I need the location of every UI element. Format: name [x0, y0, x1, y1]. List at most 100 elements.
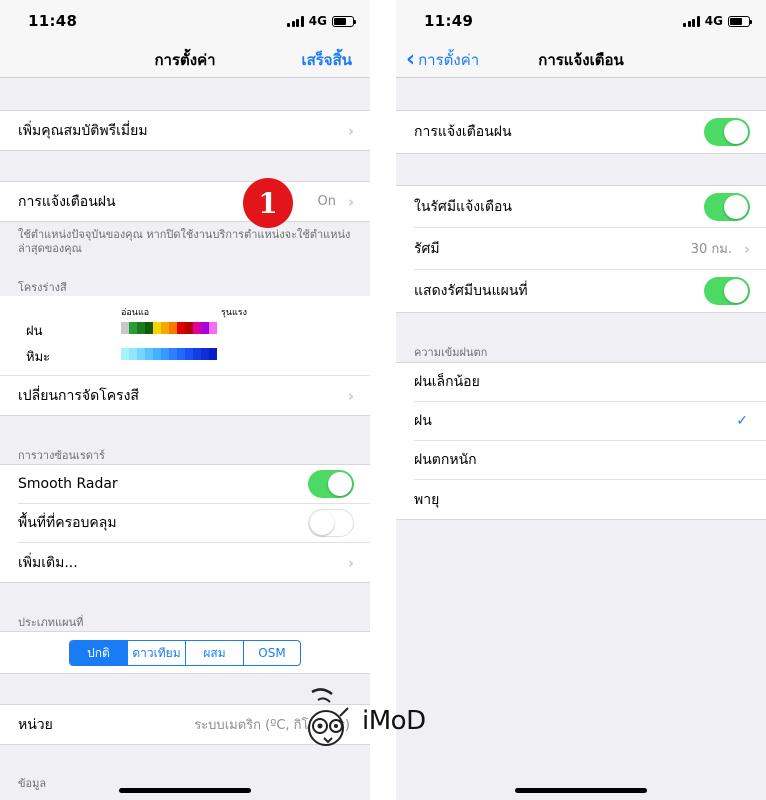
notifications-screen: 11:49 4G ‹ การตั้งค่า การแจ้งเตือน การแจ…: [396, 0, 766, 800]
intensity-option-light[interactable]: ฝนเล็กน้อย: [414, 363, 766, 402]
rain-alert-label: การแจ้งเตือนฝน: [414, 124, 512, 140]
home-indicator[interactable]: [515, 788, 647, 793]
rain-color-swatch: [161, 322, 169, 334]
chevron-right-icon: ›: [743, 239, 750, 258]
rain-color-swatch: [121, 322, 129, 334]
rain-scale-label: ฝน: [26, 324, 43, 339]
radius-label: รัศมี: [414, 240, 440, 257]
premium-row[interactable]: เพิ่มคุณสมบัติพรีเมี่ยม ›: [18, 111, 370, 150]
snow-color-swatch: [201, 348, 209, 360]
intensity-header: ความเข้มฝนตก: [414, 346, 488, 359]
rain-color-swatch: [145, 322, 153, 334]
in-radius-toggle[interactable]: [704, 192, 750, 221]
snow-color-swatch: [121, 348, 129, 360]
show-radius-toggle[interactable]: [704, 277, 750, 305]
change-scheme-group: เปลี่ยนการจัดโครงสี ›: [0, 375, 370, 416]
map-type-satellite[interactable]: ดาวเทียม: [128, 641, 186, 665]
status-bar: 11:48 4G: [0, 0, 370, 40]
snow-color-swatch: [129, 348, 137, 360]
intensity-group: ฝนเล็กน้อย ฝน ✓ ฝนตกหนัก พายุ: [396, 362, 766, 520]
map-type-segmented-control: ปกติ ดาวเทียม ผสม OSM: [69, 640, 301, 666]
rain-color-swatch: [129, 322, 137, 334]
smooth-radar-row: Smooth Radar: [18, 465, 370, 504]
intensity-option-label: พายุ: [414, 491, 440, 508]
chevron-right-icon: ›: [347, 121, 354, 140]
imod-watermark-logo: iMoD: [300, 686, 440, 756]
rain-alert-row: การแจ้งเตือนฝน: [414, 111, 766, 153]
coverage-row: พื้นที่ที่ครอบคลุม: [18, 504, 370, 543]
data-header: ข้อมูล: [18, 777, 47, 790]
units-label: หน่วย: [18, 716, 53, 733]
color-scheme-header: โครงร่างสี: [18, 281, 67, 294]
show-radius-row: แสดงรัศมีบนแผนที่: [414, 270, 766, 312]
home-indicator[interactable]: [119, 788, 251, 793]
radius-row[interactable]: รัศมี 30 กม. ›: [414, 228, 766, 270]
rain-color-swatch: [209, 322, 217, 334]
smooth-radar-label: Smooth Radar: [18, 476, 118, 492]
signal-icon: [683, 15, 700, 27]
battery-icon: [332, 15, 356, 27]
scale-strong-label: รุนแรง: [221, 308, 248, 318]
location-note: ใช้ตำแหน่งปัจจุบันของคุณ หากปิดใช้งานบริ…: [18, 228, 351, 255]
rain-color-swatch: [193, 322, 201, 334]
rain-color-swatch: [153, 322, 161, 334]
status-icons: 4G: [683, 14, 752, 28]
more-row[interactable]: เพิ่มเติม... ›: [18, 543, 370, 582]
map-type-normal[interactable]: ปกติ: [70, 641, 128, 665]
rain-alert-group: การแจ้งเตือนฝน On ›: [0, 181, 370, 222]
intensity-option-heavy[interactable]: ฝนตกหนัก: [414, 441, 766, 480]
rain-alert-label: การแจ้งเตือนฝน: [18, 193, 116, 210]
network-type: 4G: [308, 14, 327, 28]
watermark-text: iMoD: [362, 706, 426, 736]
rain-alert-group: การแจ้งเตือนฝน: [396, 110, 766, 154]
snow-color-strip: [121, 348, 217, 360]
rain-alert-toggle[interactable]: [704, 118, 750, 146]
snow-color-swatch: [185, 348, 193, 360]
premium-label: เพิ่มคุณสมบัติพรีเมี่ยม: [18, 122, 148, 139]
map-type-hybrid[interactable]: ผสม: [186, 641, 244, 665]
scale-weak-label: อ่อนแอ: [121, 308, 150, 318]
change-scheme-label: เปลี่ยนการจัดโครงสี: [18, 387, 139, 404]
in-radius-label: ในรัศมีแจ้งเตือน: [414, 198, 512, 215]
snow-color-swatch: [161, 348, 169, 360]
premium-group: เพิ่มคุณสมบัติพรีเมี่ยม ›: [0, 110, 370, 151]
coverage-label: พื้นที่ที่ครอบคลุม: [18, 515, 117, 531]
map-type-header: ประเภทแผนที่: [18, 616, 84, 629]
status-time: 11:49: [424, 12, 474, 30]
in-radius-row: ในรัศมีแจ้งเตือน: [414, 186, 766, 228]
snow-color-swatch: [169, 348, 177, 360]
status-time: 11:48: [28, 12, 78, 30]
snow-scale-label: หิมะ: [26, 350, 51, 365]
show-radius-label: แสดงรัศมีบนแผนที่: [414, 283, 528, 299]
intensity-option-rain[interactable]: ฝน ✓: [414, 402, 766, 441]
done-button[interactable]: เสร็จสิ้น: [301, 48, 352, 72]
rain-color-swatch: [177, 322, 185, 334]
rain-alert-value: On: [317, 194, 336, 209]
map-type-osm[interactable]: OSM: [244, 641, 300, 665]
snow-color-swatch: [177, 348, 185, 360]
rain-color-strip: [121, 322, 217, 334]
coverage-toggle[interactable]: [308, 509, 354, 537]
status-bar: 11:49 4G: [396, 0, 766, 40]
intensity-option-label: ฝนเล็กน้อย: [414, 374, 480, 390]
snow-color-swatch: [145, 348, 153, 360]
settings-screen: 11:48 4G การตั้งค่า เสร็จสิ้น เพิ่มคุณสม…: [0, 0, 370, 800]
step-number-badge: 1: [243, 178, 293, 228]
change-scheme-row[interactable]: เปลี่ยนการจัดโครงสี ›: [18, 376, 370, 415]
more-label: เพิ่มเติม...: [18, 554, 78, 571]
status-icons: 4G: [287, 14, 356, 28]
rain-color-swatch: [169, 322, 177, 334]
chevron-right-icon: ›: [347, 386, 354, 405]
radius-value: 30 กม.: [690, 242, 732, 257]
radar-group: Smooth Radar พื้นที่ที่ครอบคลุม เพิ่มเติ…: [0, 464, 370, 583]
radar-header: การวางซ้อนเรดาร์: [18, 449, 105, 462]
snow-color-swatch: [209, 348, 217, 360]
intensity-option-storm[interactable]: พายุ: [414, 480, 766, 519]
rain-color-swatch: [201, 322, 209, 334]
rain-alert-row[interactable]: การแจ้งเตือนฝน On ›: [18, 182, 370, 221]
chevron-right-icon: ›: [347, 192, 354, 211]
rain-color-swatch: [137, 322, 145, 334]
snow-color-swatch: [193, 348, 201, 360]
nav-bar: ‹ การตั้งค่า การแจ้งเตือน: [396, 40, 766, 78]
smooth-radar-toggle[interactable]: [308, 470, 354, 498]
